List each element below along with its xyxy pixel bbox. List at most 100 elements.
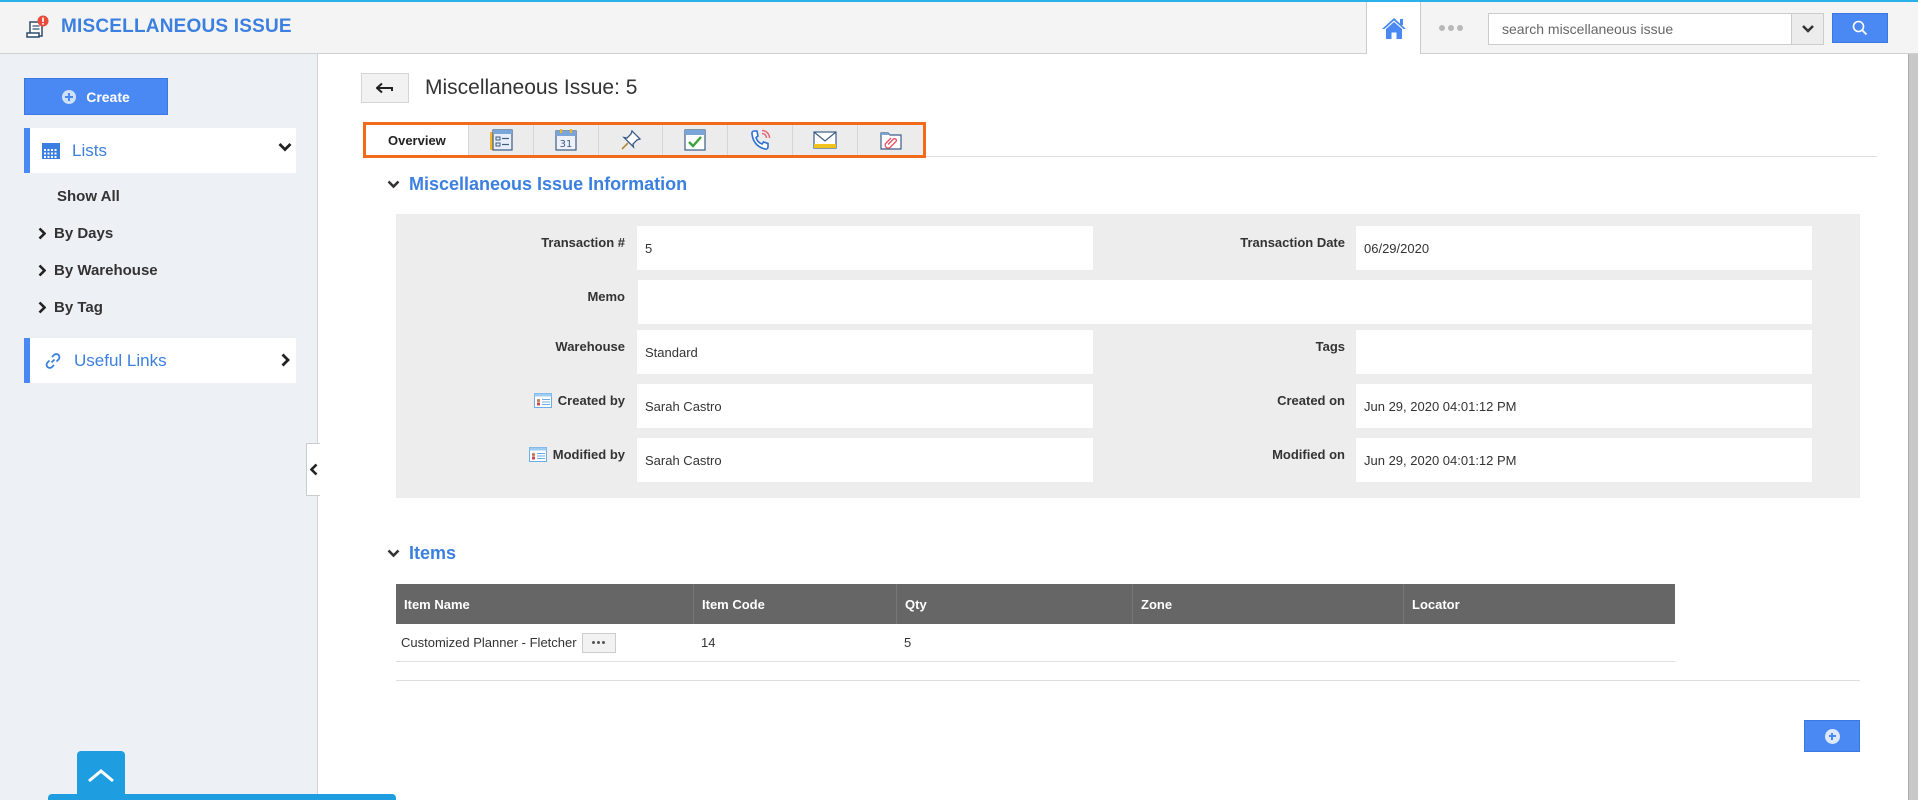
cell-item-name: Customized Planner - Fletcher xyxy=(396,624,694,661)
dot xyxy=(597,641,601,644)
record-tabs: Overview 31 xyxy=(363,122,926,158)
items-divider xyxy=(396,680,1860,681)
chevron-right-icon xyxy=(38,264,46,277)
transaction-number-field[interactable]: 5 xyxy=(637,226,1093,270)
tab-overview[interactable]: Overview xyxy=(366,125,469,155)
search-input[interactable] xyxy=(1489,14,1791,44)
calendar-icon: 31 xyxy=(555,129,577,151)
sidebar-item-label: By Days xyxy=(54,225,114,242)
cell-locator xyxy=(1404,624,1675,661)
item-options-button[interactable] xyxy=(581,632,616,653)
app-title: MISCELLANEOUS ISSUE xyxy=(61,16,292,37)
transaction-number-label: Transaction # xyxy=(541,234,625,250)
memo-field[interactable] xyxy=(638,280,1812,324)
chevron-down-icon xyxy=(387,180,400,189)
tab-emails[interactable] xyxy=(793,125,859,155)
cell-item-code: 14 xyxy=(701,635,716,650)
sidebar-item-by-days[interactable]: By Days xyxy=(38,225,113,242)
created-by-field[interactable]: Sarah Castro xyxy=(637,384,1093,428)
warehouse-field[interactable]: Standard xyxy=(637,330,1093,374)
modified-by-label: Modified by xyxy=(400,444,625,464)
tags-label: Tags xyxy=(1315,338,1345,354)
created-by-label: Created by xyxy=(400,390,625,410)
sidebar-useful-links-label: Useful Links xyxy=(74,350,167,370)
attachment-folder-icon xyxy=(879,132,902,150)
created-on-label: Created on xyxy=(1277,392,1345,408)
chevron-down-icon xyxy=(1801,25,1814,33)
more-options-button[interactable] xyxy=(1436,18,1466,38)
tab-tasks[interactable] xyxy=(663,125,729,155)
item-name-text: Customized Planner - Fletcher xyxy=(401,635,577,650)
chevron-down-icon xyxy=(278,143,292,152)
tab-label: Overview xyxy=(387,132,446,148)
top-bar: MISCELLANEOUS ISSUE xyxy=(0,0,1918,54)
modified-by-field[interactable]: Sarah Castro xyxy=(637,438,1093,482)
sidebar-useful-links-toggle[interactable]: Useful Links xyxy=(24,338,296,383)
cell-zone xyxy=(1133,624,1404,661)
back-arrow-icon xyxy=(376,82,393,94)
modified-on-field[interactable]: Jun 29, 2020 04:01:12 PM xyxy=(1356,438,1812,482)
info-section-title: Miscellaneous Issue Information xyxy=(409,174,688,194)
column-header-item-code[interactable]: Item Code xyxy=(694,584,897,624)
chevron-right-icon xyxy=(38,227,46,240)
items-section-toggle[interactable]: Items xyxy=(387,543,456,564)
dot xyxy=(1448,25,1454,31)
add-item-button[interactable] xyxy=(1804,720,1860,752)
task-icon xyxy=(684,129,707,151)
dot xyxy=(592,641,596,644)
search-button[interactable] xyxy=(1832,13,1888,43)
tab-calendar[interactable]: 31 xyxy=(534,125,599,155)
create-button[interactable]: Create xyxy=(24,78,168,115)
tab-attachments[interactable] xyxy=(858,125,923,155)
column-header-item-name[interactable]: Item Name xyxy=(396,584,694,624)
cell-qty: 5 xyxy=(904,635,912,650)
sidebar-item-by-warehouse[interactable]: By Warehouse xyxy=(38,262,158,279)
page-title: Miscellaneous Issue: 5 xyxy=(425,76,638,99)
table-row[interactable]: Customized Planner - Fletcher 14 5 xyxy=(396,624,1675,662)
search-box xyxy=(1488,13,1824,45)
sidebar-item-by-tag[interactable]: By Tag xyxy=(38,299,103,316)
memo-label: Memo xyxy=(587,288,625,304)
column-header-zone[interactable]: Zone xyxy=(1133,584,1404,624)
scroll-to-top-button[interactable] xyxy=(77,751,125,800)
chevron-right-icon xyxy=(38,301,46,314)
tags-field[interactable] xyxy=(1356,330,1812,374)
plus-circle-icon xyxy=(62,89,77,104)
sidebar: Create Lists Show All By Days By Warehou… xyxy=(0,54,318,800)
plus-circle-icon xyxy=(1824,728,1840,744)
contact-card-icon xyxy=(533,392,552,408)
tab-calls[interactable] xyxy=(728,125,794,155)
misc-issue-logo-icon xyxy=(24,15,50,41)
page-scrollbar[interactable] xyxy=(1908,54,1918,800)
create-label: Create xyxy=(86,88,130,105)
modified-on-label: Modified on xyxy=(1272,446,1345,462)
chevron-left-icon xyxy=(309,463,317,476)
info-section-toggle[interactable]: Miscellaneous Issue Information xyxy=(387,174,687,195)
pin-icon xyxy=(620,129,641,150)
chevron-down-icon xyxy=(387,549,400,558)
search-icon xyxy=(1852,20,1868,36)
home-button[interactable] xyxy=(1366,2,1421,54)
transaction-date-label: Transaction Date xyxy=(1240,234,1345,250)
items-table: Item Name Item Code Qty Zone Locator Cus… xyxy=(396,584,1675,662)
created-on-field[interactable]: Jun 29, 2020 04:01:12 PM xyxy=(1356,384,1812,428)
sidebar-item-label: By Tag xyxy=(54,299,103,316)
sidebar-item-show-all[interactable]: Show All xyxy=(57,188,120,205)
sidebar-item-label: Show All xyxy=(57,188,120,205)
back-button[interactable] xyxy=(361,73,409,103)
sidebar-collapse-handle[interactable] xyxy=(306,443,320,496)
tab-notes[interactable] xyxy=(599,125,664,155)
transaction-date-field[interactable]: 06/29/2020 xyxy=(1356,226,1812,270)
dot xyxy=(1457,25,1463,31)
contact-card-icon xyxy=(528,446,547,462)
bottom-panel-bar[interactable] xyxy=(48,794,396,800)
email-icon xyxy=(813,131,837,149)
tab-details[interactable] xyxy=(469,125,534,155)
column-header-qty[interactable]: Qty xyxy=(897,584,1133,624)
column-header-locator[interactable]: Locator xyxy=(1404,584,1675,624)
search-dropdown-button[interactable] xyxy=(1791,14,1823,44)
warehouse-label: Warehouse xyxy=(555,338,625,354)
table-header: Item Name Item Code Qty Zone Locator xyxy=(396,584,1675,624)
sidebar-lists-toggle[interactable]: Lists xyxy=(24,128,296,173)
items-section-title: Items xyxy=(409,543,457,563)
